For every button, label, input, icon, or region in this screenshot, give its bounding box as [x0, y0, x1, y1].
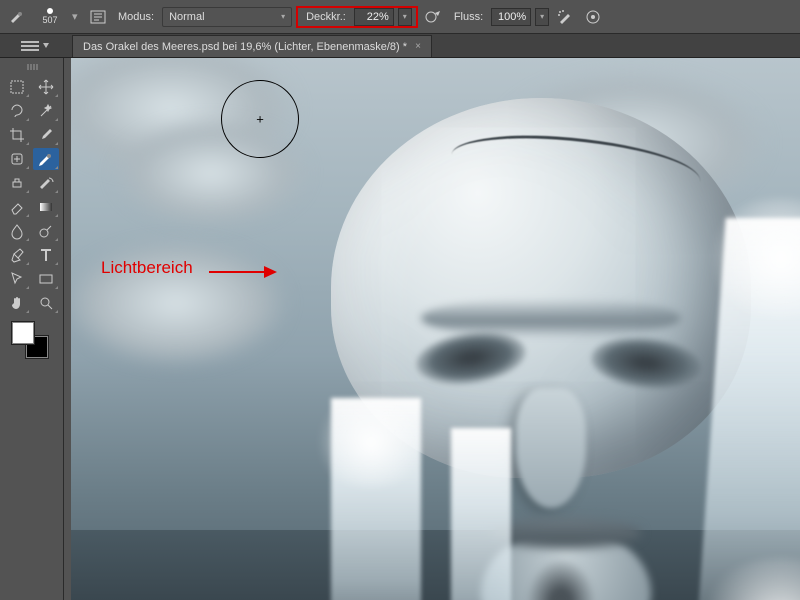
canvas-image: Lichtbereich [71, 58, 800, 600]
tool-eyedropper[interactable] [33, 124, 59, 146]
opacity-dropdown[interactable]: ▾ [398, 8, 412, 26]
brush-dot-icon [47, 8, 53, 14]
blend-mode-value: Normal [169, 11, 204, 23]
tool-healing-brush[interactable] [4, 148, 30, 170]
panel-menu-button[interactable] [4, 36, 68, 56]
mode-label: Modus: [118, 11, 154, 23]
flow-input[interactable]: 100% [491, 8, 531, 26]
tool-type[interactable] [33, 244, 59, 266]
tool-rectangle[interactable] [33, 268, 59, 290]
brush-dropdown-icon[interactable]: ▾ [72, 10, 82, 23]
tool-hand[interactable] [4, 292, 30, 314]
brush-cursor [221, 80, 299, 158]
tool-preset-icon[interactable] [6, 6, 28, 28]
flow-dropdown[interactable]: ▾ [535, 8, 549, 26]
brush-size-value: 507 [42, 15, 57, 25]
options-bar: 507 ▾ Modus: Normal ▾ Deckkr.: 22% ▾ Flu… [0, 0, 800, 34]
color-swatches[interactable] [12, 322, 48, 358]
tool-clone-stamp[interactable] [4, 172, 30, 194]
annotation-text: Lichtbereich [101, 258, 193, 278]
opacity-group-highlighted: Deckkr.: 22% ▾ [296, 6, 418, 28]
toolbox-handle[interactable] [4, 64, 60, 72]
tool-blur[interactable] [4, 220, 30, 242]
close-tab-icon[interactable]: × [415, 41, 421, 52]
tool-history-brush[interactable] [33, 172, 59, 194]
toolbox [0, 58, 64, 600]
tool-dodge[interactable] [33, 220, 59, 242]
document-title: Das Orakel des Meeres.psd bei 19,6% (Lic… [83, 41, 407, 53]
annotation-arrow-icon [209, 262, 279, 282]
chevron-down-icon: ▾ [281, 12, 285, 21]
brush-panel-button[interactable] [86, 6, 110, 28]
document-tab-bar: Das Orakel des Meeres.psd bei 19,6% (Lic… [0, 34, 800, 58]
tool-path-select[interactable] [4, 268, 30, 290]
tool-crop[interactable] [4, 124, 30, 146]
tool-zoom[interactable] [33, 292, 59, 314]
tool-magic-wand[interactable] [33, 100, 59, 122]
opacity-label: Deckkr.: [306, 11, 346, 23]
foreground-swatch[interactable] [12, 322, 34, 344]
tool-marquee[interactable] [4, 76, 30, 98]
flow-label: Fluss: [454, 11, 483, 23]
airbrush-button[interactable] [553, 6, 577, 28]
tool-brush[interactable] [33, 148, 59, 170]
brush-preview[interactable]: 507 [32, 3, 68, 31]
pressure-opacity-button[interactable] [422, 6, 446, 28]
tool-lasso[interactable] [4, 100, 30, 122]
opacity-input[interactable]: 22% [354, 8, 394, 26]
blend-mode-select[interactable]: Normal ▾ [162, 7, 292, 27]
tool-gradient[interactable] [33, 196, 59, 218]
tool-eraser[interactable] [4, 196, 30, 218]
document-tab[interactable]: Das Orakel des Meeres.psd bei 19,6% (Lic… [72, 35, 432, 57]
tool-pen[interactable] [4, 244, 30, 266]
pressure-size-button[interactable] [581, 6, 605, 28]
tool-move[interactable] [33, 76, 59, 98]
canvas-area[interactable]: Lichtbereich [71, 58, 800, 600]
